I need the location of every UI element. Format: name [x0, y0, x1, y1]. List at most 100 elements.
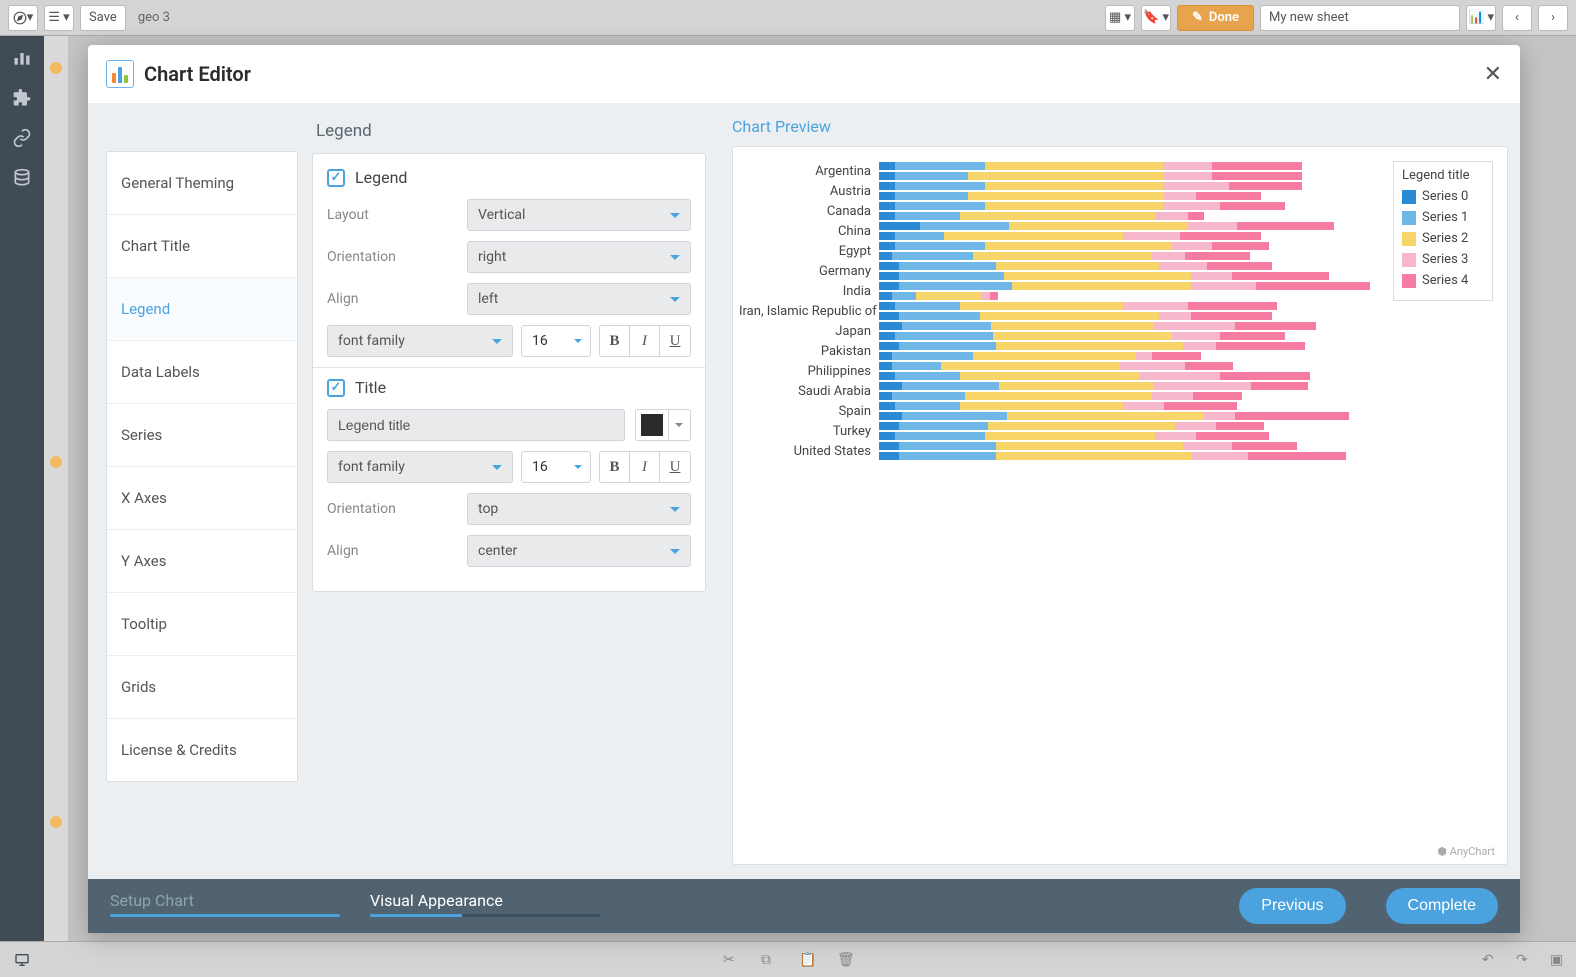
category-label: Argentina [739, 164, 879, 179]
category-label: Japan [739, 324, 879, 339]
save-button[interactable]: Save [80, 5, 126, 31]
close-icon[interactable]: ✕ [1484, 62, 1502, 87]
nav-item-y-axes[interactable]: Y Axes [107, 530, 297, 593]
modal-title: Chart Editor [144, 62, 251, 86]
bar-stack [879, 252, 1383, 260]
category-label: Spain [739, 404, 879, 419]
chart-row: Germany [739, 261, 1383, 281]
title-orientation-select[interactable]: top [467, 493, 691, 525]
chart-row: India [739, 281, 1383, 301]
nav-item-series[interactable]: Series [107, 404, 297, 467]
category-label: India [739, 284, 879, 299]
next-button[interactable]: › [1538, 5, 1568, 31]
bar-stack [879, 372, 1383, 380]
modal-footer: Setup Chart Visual Appearance Previous C… [88, 879, 1520, 933]
fullscreen-icon[interactable]: ▣ [1550, 952, 1566, 968]
bar-stack [879, 282, 1383, 290]
database-icon[interactable] [12, 168, 32, 188]
chart-style-button[interactable]: 📊 ▾ [1466, 5, 1496, 31]
color-swatch [641, 414, 663, 436]
legend-item: Series 3 [1402, 252, 1484, 267]
chart-row: Turkey [739, 421, 1383, 441]
done-button[interactable]: ✎Done [1177, 5, 1254, 31]
cut-icon[interactable]: ✂ [723, 952, 739, 968]
copy-icon[interactable]: ⧉ [761, 952, 777, 968]
step-visual-appearance[interactable]: Visual Appearance [370, 891, 600, 921]
align-select[interactable]: left [467, 283, 691, 315]
legend-title-text: Legend title [1402, 168, 1484, 183]
bar-stack [879, 222, 1383, 230]
title-italic-button[interactable]: I [630, 452, 660, 482]
category-label: Germany [739, 264, 879, 279]
bar-stack [879, 182, 1383, 190]
title-font-family-select[interactable]: font family [327, 451, 513, 483]
file-name: geo 3 [132, 10, 176, 25]
title-color-picker[interactable] [635, 409, 691, 441]
sheet-name-field[interactable]: My new sheet [1260, 5, 1460, 31]
chart-legend: Legend title Series 0Series 1Series 2Ser… [1393, 161, 1493, 301]
bar-stack [879, 352, 1383, 360]
category-label: Iran, Islamic Republic of [739, 304, 879, 319]
bookmark-button[interactable]: 🔖 ▾ [1141, 5, 1171, 31]
puzzle-icon[interactable] [12, 88, 32, 108]
charts-icon[interactable] [12, 48, 32, 68]
title-font-size-select[interactable]: 16 [521, 451, 591, 483]
nav-item-x-axes[interactable]: X Axes [107, 467, 297, 530]
chart-preview: Argentina Austria Canada ChinaEgypt Germany I… [732, 146, 1508, 865]
preview-title: Chart Preview [732, 117, 1508, 136]
legend-settings-card: ✓ Legend Layout Vertical Orientation rig… [312, 153, 706, 592]
complete-button[interactable]: Complete [1386, 888, 1498, 924]
nav-item-chart-title[interactable]: Chart Title [107, 215, 297, 278]
layout-select[interactable]: Vertical [467, 199, 691, 231]
prev-button[interactable]: ‹ [1502, 5, 1532, 31]
title-align-select[interactable]: center [467, 535, 691, 567]
title-bold-button[interactable]: B [600, 452, 630, 482]
title-checkbox[interactable]: ✓ [327, 379, 345, 397]
app-left-sidebar [0, 36, 44, 941]
legend-title-input[interactable] [327, 409, 625, 441]
nav-item-license-credits[interactable]: License & Credits [107, 719, 297, 781]
category-label: Austria [739, 184, 879, 199]
nav-item-general-theming[interactable]: General Theming [107, 152, 297, 215]
italic-button[interactable]: I [630, 326, 660, 356]
bar-stack [879, 172, 1383, 180]
bar-stack [879, 192, 1383, 200]
timeline-marker[interactable] [50, 456, 62, 468]
previous-button[interactable]: Previous [1239, 888, 1345, 924]
nav-item-data-labels[interactable]: Data Labels [107, 341, 297, 404]
chart-row: China [739, 221, 1383, 241]
legend-checkbox-label: Legend [355, 168, 407, 187]
editor-nav: General ThemingChart TitleLegendData Lab… [88, 103, 298, 879]
underline-button[interactable]: U [660, 326, 690, 356]
chart-editor-logo [106, 60, 134, 88]
nav-item-tooltip[interactable]: Tooltip [107, 593, 297, 656]
nav-item-grids[interactable]: Grids [107, 656, 297, 719]
compass-button[interactable]: ▾ [8, 5, 38, 31]
paste-icon[interactable]: 📋 [799, 952, 815, 968]
category-label: Pakistan [739, 344, 879, 359]
orientation-select[interactable]: right [467, 241, 691, 273]
trash-icon[interactable]: 🗑 [837, 952, 853, 968]
legend-item: Series 2 [1402, 231, 1484, 246]
bar-stack [879, 342, 1383, 350]
nav-item-legend[interactable]: Legend [107, 278, 297, 341]
bar-stack [879, 242, 1383, 250]
font-size-select[interactable]: 16 [521, 325, 591, 357]
present-button[interactable]: ▦ ▾ [1105, 5, 1135, 31]
step-setup-chart[interactable]: Setup Chart [110, 891, 340, 921]
timeline-marker[interactable] [50, 62, 62, 74]
redo-icon[interactable]: ↷ [1516, 952, 1532, 968]
app-toolbar: ▾ ☰ ▾ Save geo 3 ▦ ▾ 🔖 ▾ ✎Done My new sh… [0, 0, 1576, 36]
preview-panel: Chart Preview Argentina Austria Canada Chin… [718, 103, 1520, 879]
timeline-marker[interactable] [50, 816, 62, 828]
font-family-select[interactable]: font family [327, 325, 513, 357]
list-button[interactable]: ☰ ▾ [44, 5, 74, 31]
link-icon[interactable] [12, 128, 32, 148]
title-underline-button[interactable]: U [660, 452, 690, 482]
presentation-icon[interactable] [14, 952, 30, 968]
undo-icon[interactable]: ↶ [1482, 952, 1498, 968]
category-label: Canada [739, 204, 879, 219]
chart-row: Egypt [739, 241, 1383, 261]
bold-button[interactable]: B [600, 326, 630, 356]
legend-checkbox[interactable]: ✓ [327, 169, 345, 187]
